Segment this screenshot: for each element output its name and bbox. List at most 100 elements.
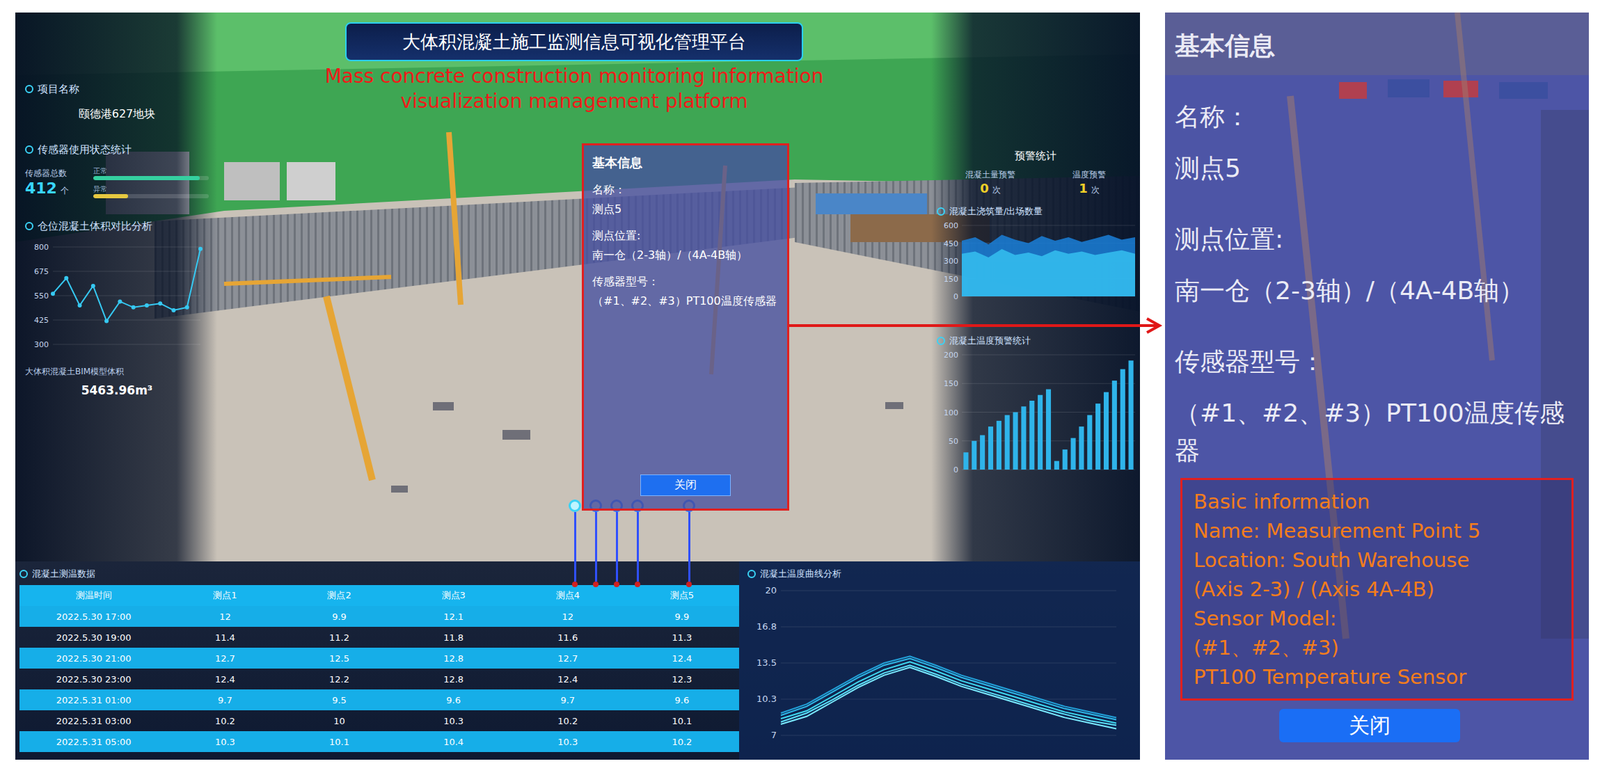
chart-line xyxy=(780,659,1117,721)
bar-chart: 200150100500 xyxy=(936,347,1139,481)
chart-bar[interactable] xyxy=(1004,415,1010,470)
chart-bar[interactable] xyxy=(1112,380,1118,470)
chart-bar[interactable] xyxy=(1046,389,1051,471)
sensor-pin[interactable] xyxy=(589,499,603,588)
chart-bar[interactable] xyxy=(1054,461,1060,470)
sensor-bar-label: 正常 xyxy=(93,166,209,177)
sensor-bar-label: 异常 xyxy=(93,184,209,195)
chart-bar[interactable] xyxy=(1071,438,1076,470)
table-row[interactable]: 2022.5.31 03:0010.21010.310.210.1 xyxy=(19,710,740,732)
axis-tick: 550 xyxy=(34,291,49,301)
sensor-pins xyxy=(568,499,696,588)
chart-bar[interactable] xyxy=(971,441,977,470)
pin-icon[interactable] xyxy=(568,499,582,513)
chart-bar[interactable] xyxy=(1095,403,1101,470)
chart-bar[interactable] xyxy=(1013,412,1019,471)
axis-tick: 800 xyxy=(34,242,49,252)
sensor-pin[interactable] xyxy=(631,499,644,588)
table-cell: 10.3 xyxy=(396,714,511,728)
table-cell: 12.3 xyxy=(624,672,740,687)
translation-annotation: Basic informationName: Measurement Point… xyxy=(1180,478,1574,701)
table-cell: 12.4 xyxy=(510,672,625,687)
sensor-bars: 正常异常 xyxy=(93,166,209,199)
table-cell: 11.3 xyxy=(624,631,740,645)
grid-line xyxy=(780,699,1117,701)
table-cell: 9.5 xyxy=(281,693,396,708)
chart-bar[interactable] xyxy=(996,421,1002,470)
table-title: 混凝土测温数据 xyxy=(19,567,740,582)
table-row[interactable]: 2022.5.31 05:0010.310.110.410.310.2 xyxy=(19,731,740,753)
table-header: 测温时间测点1测点2测点3测点4测点5 xyxy=(19,585,740,607)
chart-point[interactable] xyxy=(104,318,109,323)
platform-title: 大体积混凝土施工监测信息可视化管理平台 xyxy=(345,22,804,62)
table-cell: 9.9 xyxy=(624,610,740,624)
table-cell: 12.7 xyxy=(510,652,625,666)
table-row[interactable]: 2022.5.31 01:009.79.59.69.79.6 xyxy=(19,689,740,711)
sensor-bar: 异常 xyxy=(93,184,209,199)
table-row[interactable]: 2022.5.30 17:00129.912.1129.9 xyxy=(19,606,740,628)
chart-bar[interactable] xyxy=(1029,400,1035,470)
section-icon xyxy=(25,222,34,231)
chart-bar[interactable] xyxy=(988,426,994,470)
table-cell: 11.6 xyxy=(510,631,625,645)
pin-stem xyxy=(595,512,598,582)
arrow-annotation xyxy=(789,317,1174,335)
bim-label: 大体积混凝土BIM模型体积 xyxy=(25,366,209,378)
table-cell: 10.2 xyxy=(624,735,740,749)
pin-base-dot xyxy=(686,581,692,588)
chart-bar[interactable] xyxy=(1087,415,1092,470)
chart-point[interactable] xyxy=(50,291,55,296)
column-header: 测点4 xyxy=(510,588,625,604)
axis-tick: 450 xyxy=(943,239,959,249)
chart-point[interactable] xyxy=(64,276,69,281)
table-row[interactable]: 2022.5.30 21:0012.712.512.812.712.4 xyxy=(19,647,740,669)
table-cell: 12.7 xyxy=(167,652,282,666)
annotation-line: PT100 Temperature Sensor xyxy=(1193,662,1561,692)
sensor-bar-fill xyxy=(93,194,129,199)
chart-point[interactable] xyxy=(131,305,136,310)
section-icon xyxy=(936,207,946,216)
chart-point[interactable] xyxy=(157,301,163,306)
section-icon xyxy=(25,84,34,94)
axis-tick: 300 xyxy=(34,340,49,350)
section-icon xyxy=(747,569,756,579)
table-cell: 10.2 xyxy=(167,714,282,728)
sensor-pin[interactable] xyxy=(568,499,582,588)
pin-base-dot xyxy=(592,581,599,588)
chart-point[interactable] xyxy=(77,303,83,308)
chart-point[interactable] xyxy=(91,283,96,289)
info-popup: 基本信息名称：测点5测点位置:南一仓（2-3轴）/（4A-4B轴）传感器型号：（… xyxy=(581,143,790,511)
chart-bar[interactable] xyxy=(1103,392,1109,470)
chart-bar[interactable] xyxy=(1062,449,1068,470)
sensor-unit: 个 xyxy=(60,185,69,196)
chart-bar[interactable] xyxy=(1078,426,1084,470)
chart-bar[interactable] xyxy=(979,435,985,471)
grid-line xyxy=(780,590,1117,592)
chart-point[interactable] xyxy=(171,308,176,313)
chart-bar[interactable] xyxy=(963,452,969,470)
section-icon xyxy=(25,145,34,154)
chart-point[interactable] xyxy=(117,299,122,304)
chart-bar[interactable] xyxy=(1020,406,1026,470)
chart-bar[interactable] xyxy=(1037,395,1043,470)
table-cell: 9.9 xyxy=(281,610,396,624)
chart-point[interactable] xyxy=(198,247,203,252)
grid-line xyxy=(52,344,201,346)
chart-bar[interactable] xyxy=(1120,369,1126,470)
zoom-content: 基本信息名称：测点5测点位置:南一仓（2-3轴）/（4A-4B轴）传感器型号：（… xyxy=(1165,12,1589,743)
close-button[interactable]: 关闭 xyxy=(640,474,731,497)
sensor-pin[interactable] xyxy=(610,499,623,588)
sensor-total-value: 412 xyxy=(25,179,58,197)
chart-bar[interactable] xyxy=(1128,360,1134,470)
zoom-close-button[interactable]: 关闭 xyxy=(1279,709,1461,743)
column-header: 测温时间 xyxy=(19,588,168,604)
field-value: 南一仓（2-3轴）/（4A-4B轴） xyxy=(592,247,779,264)
chart-point[interactable] xyxy=(144,303,149,308)
table-row[interactable]: 2022.5.30 19:0011.411.211.811.611.3 xyxy=(19,627,740,648)
column-header: 测点3 xyxy=(396,588,511,604)
sensor-pin[interactable] xyxy=(682,499,696,588)
table-cell: 12.5 xyxy=(281,652,396,666)
chart-point[interactable] xyxy=(185,305,190,310)
annotation-line: Location: South Warehouse xyxy=(1193,545,1561,575)
table-row[interactable]: 2022.5.30 23:0012.412.212.812.412.3 xyxy=(19,668,740,690)
